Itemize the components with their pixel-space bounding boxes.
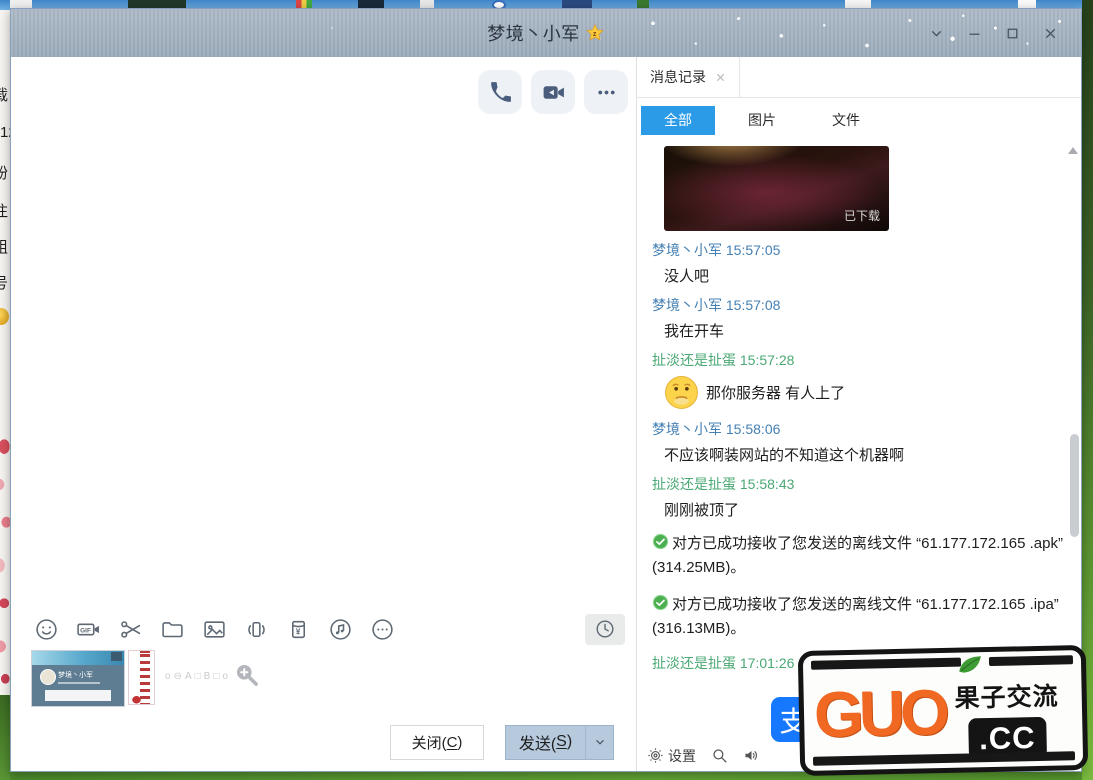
screen: 载 12 粉 注 组 号 梦境丶小军 z bbox=[0, 0, 1093, 780]
phone-icon bbox=[488, 80, 513, 105]
input-toolbar: GIF bbox=[11, 611, 636, 647]
emoji-icon[interactable] bbox=[34, 617, 59, 642]
image-edit-toolbar: o⊖A□B□o bbox=[165, 671, 231, 682]
chat-pane: GIF bbox=[11, 57, 636, 771]
timestamp: 15:57:28 bbox=[736, 352, 794, 368]
chat-message-area bbox=[11, 57, 636, 611]
message-image[interactable]: 已下载 bbox=[664, 146, 889, 231]
success-check-icon bbox=[652, 594, 669, 611]
sound-button[interactable] bbox=[743, 747, 760, 764]
message-text: 刚刚被顶了 bbox=[652, 499, 1065, 520]
screenshot-scissors-icon[interactable] bbox=[118, 617, 143, 642]
message-text: 没人吧 bbox=[652, 265, 1065, 286]
music-icon[interactable] bbox=[328, 617, 353, 642]
gif-icon[interactable]: GIF bbox=[76, 617, 101, 642]
star-badge-icon: z bbox=[585, 23, 605, 43]
sender-name: 梦境丶小军 bbox=[652, 297, 722, 313]
file-receipt-text: 对方已成功接收了您发送的离线文件 “61.177.172.165 .ipa” (… bbox=[652, 596, 1059, 637]
file-receipt-text: 对方已成功接收了您发送的离线文件 “61.177.172.165 .apk” (… bbox=[652, 535, 1063, 576]
more-tools-icon[interactable] bbox=[370, 617, 395, 642]
send-button-group: 发送(S) bbox=[505, 725, 614, 760]
watermark-main-text: GUO bbox=[813, 669, 946, 763]
more-options-button[interactable] bbox=[584, 70, 628, 114]
message-meta: 梦境丶小军 15:57:08 bbox=[652, 295, 1065, 315]
message-text: 我在开车 bbox=[652, 320, 1065, 341]
sender-name: 扯淡还是扯蛋 bbox=[652, 476, 736, 492]
message-meta: 扯淡还是扯蛋 15:57:28 bbox=[652, 350, 1065, 370]
zoom-in-icon[interactable] bbox=[233, 661, 260, 693]
watermark-brand-text: 果子交流 bbox=[954, 677, 1059, 715]
maximize-button[interactable] bbox=[993, 18, 1031, 48]
chevron-down-icon[interactable] bbox=[917, 18, 955, 48]
send-button[interactable]: 发送(S) bbox=[506, 726, 585, 759]
timestamp: 15:58:43 bbox=[736, 476, 794, 492]
watermark: GUO 果子交流 .CC bbox=[798, 645, 1089, 776]
attached-image-thumbnail[interactable]: 梦境丶小军 bbox=[31, 650, 125, 707]
worried-face-icon bbox=[664, 375, 699, 410]
close-tab-icon[interactable] bbox=[715, 72, 726, 83]
timestamp: 17:01:26 bbox=[736, 655, 794, 671]
svg-text:z: z bbox=[593, 29, 597, 38]
video-call-button[interactable] bbox=[531, 70, 575, 114]
filter-all[interactable]: 全部 bbox=[641, 106, 715, 135]
folder-icon[interactable] bbox=[160, 617, 185, 642]
message-text: 那你服务器 有人上了 bbox=[706, 382, 845, 403]
message-meta: 扯淡还是扯蛋 15:58:43 bbox=[652, 474, 1065, 494]
message-emoji-text: 那你服务器 有人上了 bbox=[652, 375, 1065, 410]
video-camera-icon bbox=[541, 80, 566, 105]
message-text: 不应该啊装网站的不知道这个机器啊 bbox=[652, 444, 1065, 465]
message-input-area[interactable]: 梦境丶小军 o⊖A□B□o bbox=[11, 647, 636, 713]
message-file: 对方已成功接收了您发送的离线文件 “61.177.172.165 .ipa” (… bbox=[652, 593, 1065, 642]
message-meta: 梦境丶小军 15:58:06 bbox=[652, 419, 1065, 439]
window-shake-icon[interactable] bbox=[244, 617, 269, 642]
filter-images[interactable]: 图片 bbox=[725, 106, 799, 135]
settings-button[interactable]: 设置 bbox=[647, 746, 696, 766]
voice-call-button[interactable] bbox=[478, 70, 522, 114]
message-file: 对方已成功接收了您发送的离线文件 “61.177.172.165 .apk” (… bbox=[652, 532, 1065, 581]
red-packet-icon[interactable]: ¥ bbox=[286, 617, 311, 642]
scroll-up-arrow[interactable] bbox=[1068, 147, 1078, 154]
filter-files[interactable]: 文件 bbox=[809, 106, 883, 135]
message-history-button[interactable] bbox=[585, 614, 625, 645]
chevron-down-icon bbox=[593, 735, 607, 749]
attached-image-thumbnail[interactable] bbox=[128, 650, 155, 705]
message-meta: 梦境丶小军 15:57:05 bbox=[652, 240, 1065, 260]
history-tabbar: 消息记录 bbox=[637, 57, 1081, 98]
close-window-button[interactable] bbox=[1031, 18, 1069, 48]
minimize-button[interactable] bbox=[955, 18, 993, 48]
timestamp: 15:58:06 bbox=[722, 421, 780, 437]
chat-footer: 关闭(C) 发送(S) bbox=[11, 713, 636, 771]
success-check-icon bbox=[652, 533, 669, 550]
scrollbar-thumb[interactable] bbox=[1070, 434, 1079, 537]
sender-name: 梦境丶小军 bbox=[652, 421, 722, 437]
desktop-icon-fragment bbox=[0, 308, 9, 325]
timestamp: 15:57:05 bbox=[722, 242, 780, 258]
image-status-label: 已下载 bbox=[844, 207, 880, 224]
search-button[interactable] bbox=[711, 747, 728, 764]
sender-name: 扯淡还是扯蛋 bbox=[652, 655, 736, 671]
sender-name: 梦境丶小军 bbox=[652, 242, 722, 258]
avatar bbox=[40, 669, 56, 685]
send-options-dropdown[interactable] bbox=[585, 726, 613, 759]
thumbnail-title: 梦境丶小军 bbox=[58, 670, 93, 680]
tab-message-history[interactable]: 消息记录 bbox=[637, 57, 740, 97]
svg-text:¥: ¥ bbox=[296, 626, 301, 636]
search-icon bbox=[711, 747, 728, 764]
gear-icon bbox=[647, 747, 664, 764]
sender-name: 扯淡还是扯蛋 bbox=[652, 352, 736, 368]
ellipsis-icon bbox=[594, 80, 619, 105]
timestamp: 15:57:08 bbox=[722, 297, 780, 313]
clock-icon bbox=[594, 618, 616, 640]
close-button[interactable]: 关闭(C) bbox=[390, 725, 484, 760]
svg-text:GIF: GIF bbox=[80, 627, 91, 634]
speaker-icon bbox=[743, 747, 760, 764]
titlebar[interactable]: 梦境丶小军 z bbox=[11, 9, 1081, 57]
window-title: 梦境丶小军 z bbox=[487, 20, 605, 46]
image-icon[interactable] bbox=[202, 617, 227, 642]
history-filters: 全部 图片 文件 bbox=[637, 98, 1081, 142]
